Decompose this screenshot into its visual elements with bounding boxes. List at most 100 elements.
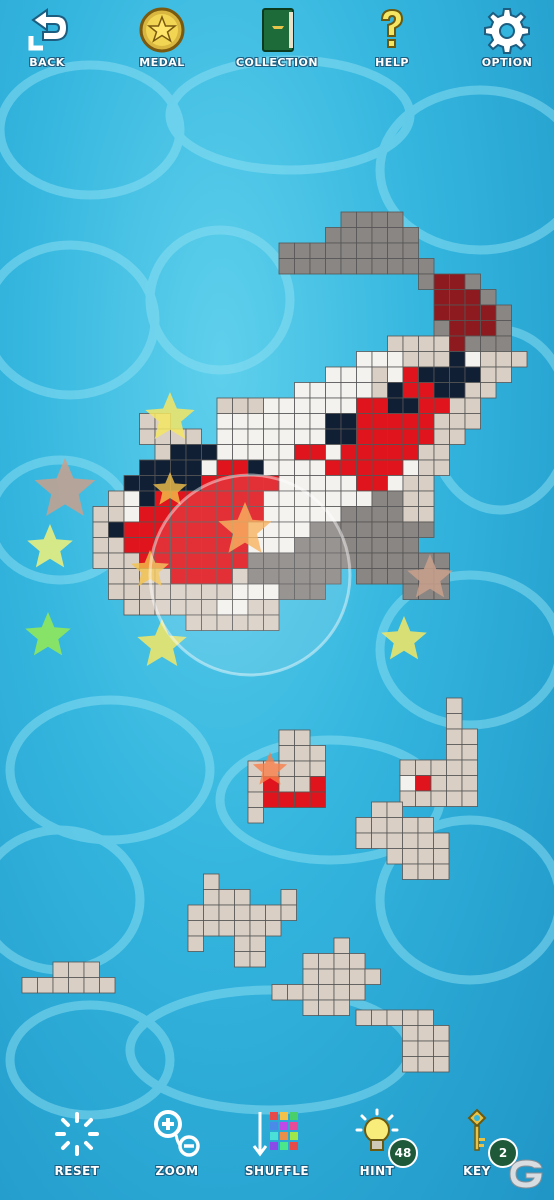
hint-button[interactable]: 48 HINT (332, 1108, 422, 1178)
pixel-cell (480, 351, 497, 368)
pixel-cell (449, 273, 466, 290)
pixel-cell (461, 759, 478, 776)
pixel-cell (294, 242, 311, 259)
pixel-cell (309, 444, 326, 461)
pixel-cell (402, 521, 419, 538)
pixel-cell (333, 984, 350, 1001)
pixel-cell (154, 459, 171, 476)
pixel-cell (495, 366, 512, 383)
pixel-cell (418, 382, 435, 399)
pixel-cell (371, 1009, 388, 1026)
pixel-cell (356, 568, 373, 585)
pixel-cell (280, 904, 297, 921)
pixel-cell (356, 413, 373, 430)
pixel-cell (371, 242, 388, 259)
pixel-cell (278, 397, 295, 414)
pixel-cell (433, 351, 450, 368)
pixel-cell (387, 335, 404, 352)
back-button[interactable]: BACK (2, 6, 92, 69)
loose-piece-small[interactable] (21, 961, 116, 994)
pixel-cell (402, 428, 419, 445)
pixel-cell (139, 490, 156, 507)
puzzle-board[interactable] (0, 0, 554, 1200)
pixel-cell (461, 728, 478, 745)
pixel-cell (402, 1025, 419, 1042)
pixel-cell (123, 537, 140, 554)
pixel-cell (302, 999, 319, 1016)
pixel-cell (294, 258, 311, 275)
pixel-cell (418, 444, 435, 461)
pixel-cell (99, 977, 116, 994)
pixel-cell (464, 366, 481, 383)
pixel-cell (418, 335, 435, 352)
pixel-cell (433, 289, 450, 306)
pixel-cell (495, 351, 512, 368)
pixel-cell (216, 397, 233, 414)
pixel-cell (325, 490, 342, 507)
pixel-cell (371, 801, 388, 818)
pixel-cell (309, 397, 326, 414)
loose-piece-grey[interactable] (355, 801, 450, 880)
pixel-cell (309, 776, 326, 793)
pixel-cell (356, 506, 373, 523)
pixel-cell (356, 552, 373, 569)
reset-spinner-icon (55, 1112, 99, 1156)
pixel-cell (402, 351, 419, 368)
pixel-cell (294, 791, 311, 808)
pixel-cell (340, 475, 357, 492)
option-button[interactable]: OPTION (462, 6, 552, 69)
pixel-cell (402, 490, 419, 507)
pixel-cell (318, 968, 335, 985)
pixel-cell (247, 807, 264, 824)
pixel-cell (371, 459, 388, 476)
pixel-cell (449, 289, 466, 306)
pixel-cell (386, 848, 403, 865)
pixel-cell (371, 537, 388, 554)
pixel-cell (433, 320, 450, 337)
pixel-cell (402, 537, 419, 554)
pixel-cell (340, 382, 357, 399)
zoom-button[interactable]: ZOOM (132, 1108, 222, 1178)
zoom-icon (154, 1110, 200, 1157)
pixel-cell (309, 760, 326, 777)
pixel-cell (108, 506, 125, 523)
pixel-cell (216, 428, 233, 445)
medal-button[interactable]: MEDAL (117, 6, 207, 69)
pixel-cell (294, 760, 311, 777)
pixel-cell (218, 920, 235, 937)
pixel-cell (371, 366, 388, 383)
pixel-cell (371, 817, 388, 834)
pixel-cell (402, 863, 419, 880)
reset-button[interactable]: RESET (32, 1108, 122, 1178)
loose-piece-right[interactable] (399, 697, 478, 807)
loose-piece-bottom[interactable] (355, 1009, 450, 1073)
pixel-cell (418, 397, 435, 414)
pixel-cell (446, 790, 463, 807)
pixel-cell (139, 521, 156, 538)
pixel-cell (402, 506, 419, 523)
medal-star-icon (139, 7, 185, 53)
pixel-cell (371, 521, 388, 538)
pixel-cell (386, 817, 403, 834)
help-button[interactable]: HELP (347, 6, 437, 69)
pixel-cell (446, 744, 463, 761)
pixel-cell (278, 444, 295, 461)
pixel-cell (417, 817, 434, 834)
pixel-cell (371, 506, 388, 523)
pixel-cell (418, 521, 435, 538)
pixel-cell (234, 904, 251, 921)
pixel-cell (325, 227, 342, 244)
pixel-cell (218, 889, 235, 906)
pixel-cell (402, 817, 419, 834)
loose-piece-red[interactable] (247, 729, 326, 824)
pixel-cell (325, 428, 342, 445)
pixel-cell (263, 444, 280, 461)
pixel-cell (433, 382, 450, 399)
shuffle-button[interactable]: SHUFFLE (232, 1108, 322, 1178)
loose-piece-mid[interactable] (271, 937, 381, 1016)
pixel-cell (309, 242, 326, 259)
pixel-cell (371, 832, 388, 849)
loose-piece-left[interactable] (187, 873, 297, 968)
collection-button[interactable]: COLLECTION (232, 6, 322, 69)
pixel-cell (356, 444, 373, 461)
